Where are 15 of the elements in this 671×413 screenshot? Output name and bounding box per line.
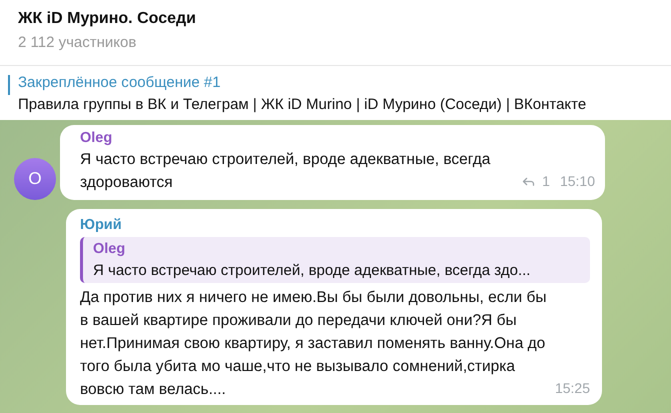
message-time: 15:10 xyxy=(560,172,595,191)
message-time: 15:25 xyxy=(554,379,590,398)
quoted-message[interactable]: Oleg Я часто встречаю строителей, вроде адекватные, всегда здо... xyxy=(80,237,590,283)
message-text: Я часто встречаю строителей, вроде адекватные, всегда здороваются xyxy=(80,150,492,193)
avatar[interactable]: O xyxy=(14,158,56,200)
pinned-text: Правила группы в ВК и Телеграм | ЖК iD Murino | iD Мурино (Соседи) | ВКонтакте xyxy=(18,95,586,115)
message-text: Да против них я ничего не имею.Вы бы были довольны, если бы в вашей квартире проживали до передачи ключей они?Я бы нет.Принимая свою квартиру, я заставил поменять ванну.Она до того была убита мо чаше,что не вызывало сомнений,стирка вовсю там велась.... xyxy=(80,288,548,400)
author-name[interactable]: Юрий xyxy=(80,215,590,235)
pinned-title: Закреплённое сообщение #1 xyxy=(18,73,222,93)
chat-title[interactable]: ЖК iD Мурино. Соседи xyxy=(18,8,653,30)
member-count: 2 112 участников xyxy=(18,33,138,53)
quote-author: Oleg xyxy=(93,240,126,259)
author-name[interactable]: Oleg xyxy=(80,128,595,148)
pinned-message[interactable]: Закреплённое сообщение #1 Правила группы в ВК и Телеграм | ЖК iD Murino | iD Мурино (Соседи) | ВКонтакте xyxy=(0,66,671,120)
quote-text: Я часто встречаю строителей, вроде адекватные, всегда здо... xyxy=(93,261,532,281)
